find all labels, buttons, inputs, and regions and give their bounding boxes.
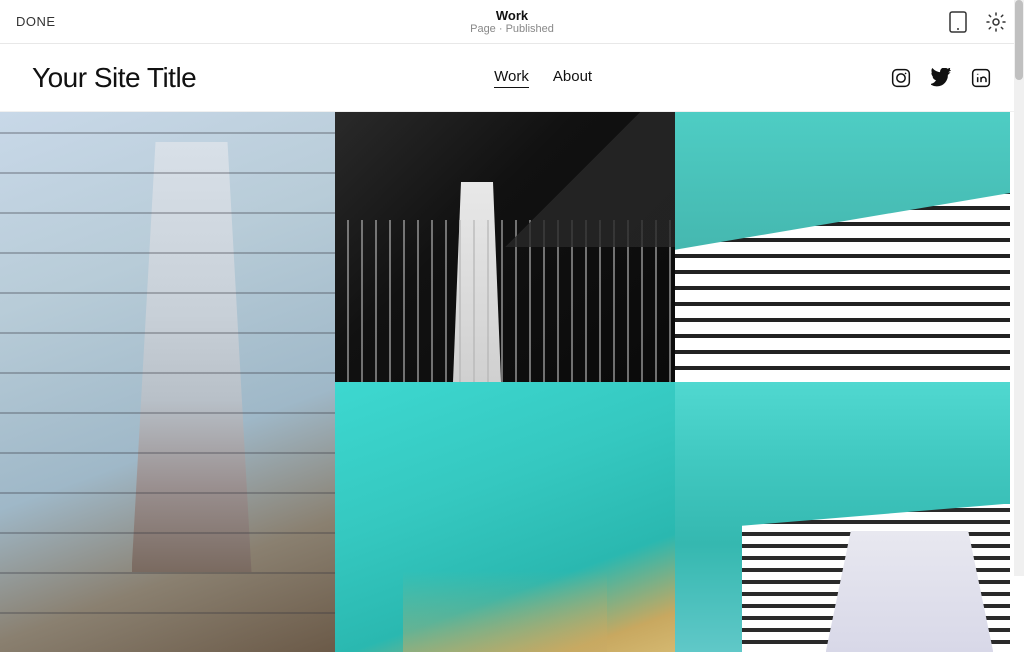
page-name: Work: [470, 8, 554, 24]
nav-social: [890, 67, 992, 89]
photo-2[interactable]: [335, 112, 675, 382]
photo-5[interactable]: [675, 382, 1010, 652]
mobile-preview-button[interactable]: [946, 10, 970, 34]
scrollbar-track[interactable]: [1014, 0, 1024, 576]
photo-4[interactable]: [335, 382, 675, 652]
nav-links: Work About: [494, 68, 592, 88]
page-status: Page · Published: [470, 23, 554, 35]
instagram-icon[interactable]: [890, 67, 912, 89]
nav-link-work[interactable]: Work: [494, 68, 529, 88]
nav-link-about[interactable]: About: [553, 68, 592, 87]
photo-grid: [0, 112, 1010, 652]
photo-3[interactable]: [675, 112, 1010, 382]
page-info: Work Page · Published: [470, 8, 554, 36]
top-bar-actions: [946, 10, 1008, 34]
twitter-icon[interactable]: [930, 67, 952, 89]
photo-1[interactable]: [0, 112, 335, 652]
scrollbar-thumb[interactable]: [1015, 0, 1023, 80]
site-title: Your Site Title: [32, 62, 196, 94]
linkedin-icon[interactable]: [970, 67, 992, 89]
settings-button[interactable]: [984, 10, 1008, 34]
top-bar: DONE Work Page · Published: [0, 0, 1024, 44]
navbar: Your Site Title Work About: [0, 44, 1024, 112]
done-button[interactable]: DONE: [16, 14, 56, 29]
